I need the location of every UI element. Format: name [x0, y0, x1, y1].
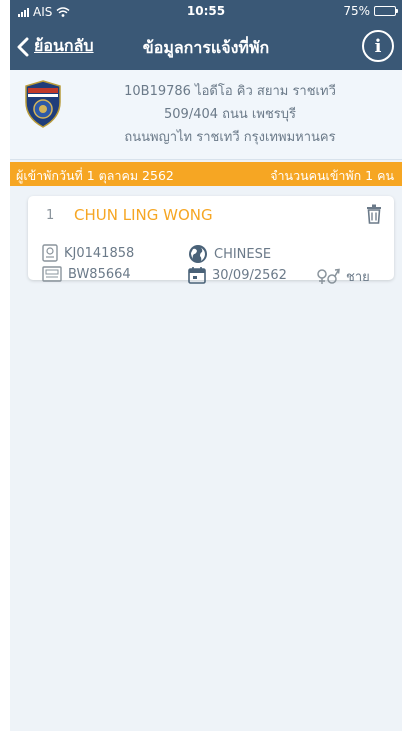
nav-bar: ย้อนกลับ ข้อมูลการแจ้งที่พัก i — [10, 26, 402, 66]
hotel-street-line: 509/404 ถนน เพชรบุรี — [164, 107, 296, 122]
gender-field: ชาย — [316, 266, 370, 287]
arrival-date-field: 30/09/2562 — [188, 266, 287, 284]
gender-value: ชาย — [346, 270, 370, 285]
calendar-icon — [188, 267, 206, 284]
passport-number: KJ0141858 — [64, 245, 135, 261]
guest-index: 1 — [46, 208, 55, 223]
nationality-value: CHINESE — [214, 246, 272, 262]
visa-card-icon — [42, 266, 62, 282]
status-right: 75% — [343, 4, 398, 18]
globe-icon — [189, 245, 207, 263]
guest-name: CHUN LING WONG — [74, 206, 213, 224]
battery-percent: 75% — [343, 4, 370, 18]
hotel-info: 10B19786 ไอดีโอ คิว สยาม ราชเทวี 509/404… — [10, 70, 402, 160]
stay-summary-bar: ผู้เข้าพักวันที่ 1 ตุลาคม 2562 จำนวนคนเข… — [10, 162, 402, 186]
back-label: ย้อนกลับ — [34, 36, 94, 55]
hotel-name-line: 10B19786 ไอดีโอ คิว สยาม ราชเทวี — [124, 84, 336, 99]
visa-field: BW85664 — [42, 266, 131, 282]
nationality-field: CHINESE — [188, 244, 271, 264]
passport-icon — [42, 244, 58, 262]
guest-card[interactable]: 1 CHUN LING WONG KJ0141858 CHINESE BW856… — [28, 196, 394, 285]
top-bar: AIS 10:55 75% ย้อนกลับ ข้อมูลการแจ้งที่พ… — [10, 0, 402, 70]
hotel-district-line: ถนนพญาไท ราชเทวี กรุงเทพมหานคร — [124, 130, 336, 145]
back-button[interactable]: ย้อนกลับ — [16, 34, 94, 59]
checkin-date: ผู้เข้าพักวันที่ 1 ตุลาคม 2562 — [16, 168, 174, 183]
trash-icon[interactable] — [366, 204, 382, 224]
arrival-date: 30/09/2562 — [212, 267, 287, 283]
visa-number: BW85664 — [68, 266, 131, 282]
info-button[interactable]: i — [362, 30, 394, 62]
status-bar: AIS 10:55 75% — [10, 0, 402, 22]
hotel-address: 10B19786 ไอดีโอ คิว สยาม ราชเทวี 509/404… — [70, 80, 390, 149]
app-screen: AIS 10:55 75% ย้อนกลับ ข้อมูลการแจ้งที่พ… — [10, 0, 402, 731]
police-badge-icon — [25, 80, 61, 128]
passport-field: KJ0141858 — [42, 244, 134, 262]
info-icon: i — [374, 35, 382, 57]
gender-icon — [317, 268, 340, 284]
chevron-left-icon — [17, 37, 29, 56]
guest-count: จำนวนคนเข้าพัก 1 คน — [270, 168, 394, 183]
battery-icon — [374, 6, 398, 16]
